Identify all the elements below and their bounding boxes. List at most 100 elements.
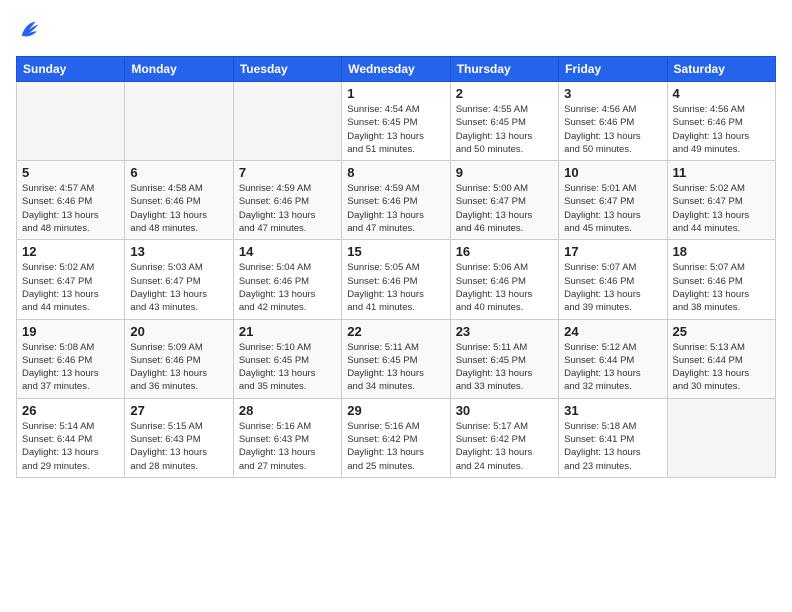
- calendar-day-cell: 7Sunrise: 4:59 AM Sunset: 6:46 PM Daylig…: [233, 161, 341, 240]
- day-info: Sunrise: 5:02 AM Sunset: 6:47 PM Dayligh…: [22, 261, 119, 314]
- calendar-day-cell: 24 Sunrise: 5:12 AM Sunset: 6:44 PM Dayli…: [559, 319, 667, 398]
- calendar-day-cell: [125, 82, 233, 161]
- day-number: 7: [239, 165, 336, 180]
- calendar-day-cell: 27Sunrise: 5:15 AM Sunset: 6:43 PM Dayli…: [125, 398, 233, 477]
- day-info: Sunrise: 5:11 AM Sunset: 6:45 PM Dayligh…: [456, 341, 553, 394]
- day-number: 22: [347, 324, 444, 339]
- calendar-day-cell: 20Sunrise: 5:09 AM Sunset: 6:46 PM Dayli…: [125, 319, 233, 398]
- calendar-day-cell: 5 Sunrise: 4:57 AM Sunset: 6:46 PM Daylig…: [17, 161, 125, 240]
- day-number: 21: [239, 324, 336, 339]
- calendar-day-cell: 31 Sunrise: 5:18 AM Sunset: 6:41 PM Dayli…: [559, 398, 667, 477]
- calendar-table: SundayMondayTuesdayWednesdayThursdayFrid…: [16, 56, 776, 478]
- calendar-day-cell: 21 Sunrise: 5:10 AM Sunset: 6:45 PM Dayli…: [233, 319, 341, 398]
- calendar-week-row: 1 Sunrise: 4:54 AM Sunset: 6:45 PM Daylig…: [17, 82, 776, 161]
- calendar-day-header: Saturday: [667, 57, 775, 82]
- day-number: 12: [22, 244, 119, 259]
- day-info: Sunrise: 5:11 AM Sunset: 6:45 PM Dayligh…: [347, 341, 444, 394]
- calendar-day-cell: 8Sunrise: 4:59 AM Sunset: 6:46 PM Daylig…: [342, 161, 450, 240]
- calendar-day-cell: 29Sunrise: 5:16 AM Sunset: 6:42 PM Dayli…: [342, 398, 450, 477]
- day-number: 11: [673, 165, 770, 180]
- calendar-week-row: 19Sunrise: 5:08 AM Sunset: 6:46 PM Dayli…: [17, 319, 776, 398]
- day-number: 30: [456, 403, 553, 418]
- day-info: Sunrise: 5:03 AM Sunset: 6:47 PM Dayligh…: [130, 261, 227, 314]
- calendar-day-header: Friday: [559, 57, 667, 82]
- day-number: 16: [456, 244, 553, 259]
- day-info: Sunrise: 5:12 AM Sunset: 6:44 PM Dayligh…: [564, 341, 661, 394]
- calendar-day-cell: 19Sunrise: 5:08 AM Sunset: 6:46 PM Dayli…: [17, 319, 125, 398]
- day-info: Sunrise: 5:17 AM Sunset: 6:42 PM Dayligh…: [456, 420, 553, 473]
- day-info: Sunrise: 4:55 AM Sunset: 6:45 PM Dayligh…: [456, 103, 553, 156]
- day-number: 8: [347, 165, 444, 180]
- calendar-day-cell: 2 Sunrise: 4:55 AM Sunset: 6:45 PM Daylig…: [450, 82, 558, 161]
- day-number: 25: [673, 324, 770, 339]
- calendar-header-row: SundayMondayTuesdayWednesdayThursdayFrid…: [17, 57, 776, 82]
- day-number: 31: [564, 403, 661, 418]
- calendar-day-cell: 11 Sunrise: 5:02 AM Sunset: 6:47 PM Dayli…: [667, 161, 775, 240]
- day-info: Sunrise: 5:07 AM Sunset: 6:46 PM Dayligh…: [673, 261, 770, 314]
- day-info: Sunrise: 5:13 AM Sunset: 6:44 PM Dayligh…: [673, 341, 770, 394]
- calendar-week-row: 26 Sunrise: 5:14 AM Sunset: 6:44 PM Dayli…: [17, 398, 776, 477]
- day-info: Sunrise: 4:56 AM Sunset: 6:46 PM Dayligh…: [564, 103, 661, 156]
- calendar-day-cell: 14Sunrise: 5:04 AM Sunset: 6:46 PM Dayli…: [233, 240, 341, 319]
- calendar-day-cell: 4 Sunrise: 4:56 AM Sunset: 6:46 PM Daylig…: [667, 82, 775, 161]
- day-number: 1: [347, 86, 444, 101]
- calendar-day-cell: 17 Sunrise: 5:07 AM Sunset: 6:46 PM Dayli…: [559, 240, 667, 319]
- calendar-day-cell: 23 Sunrise: 5:11 AM Sunset: 6:45 PM Dayli…: [450, 319, 558, 398]
- day-number: 23: [456, 324, 553, 339]
- day-number: 28: [239, 403, 336, 418]
- day-number: 14: [239, 244, 336, 259]
- calendar-day-cell: 30 Sunrise: 5:17 AM Sunset: 6:42 PM Dayli…: [450, 398, 558, 477]
- day-info: Sunrise: 5:16 AM Sunset: 6:42 PM Dayligh…: [347, 420, 444, 473]
- day-number: 9: [456, 165, 553, 180]
- day-info: Sunrise: 4:58 AM Sunset: 6:46 PM Dayligh…: [130, 182, 227, 235]
- calendar-day-cell: 1 Sunrise: 4:54 AM Sunset: 6:45 PM Daylig…: [342, 82, 450, 161]
- day-number: 2: [456, 86, 553, 101]
- day-number: 26: [22, 403, 119, 418]
- calendar-day-cell: 25 Sunrise: 5:13 AM Sunset: 6:44 PM Dayli…: [667, 319, 775, 398]
- calendar-week-row: 12 Sunrise: 5:02 AM Sunset: 6:47 PM Dayli…: [17, 240, 776, 319]
- calendar-day-cell: 3 Sunrise: 4:56 AM Sunset: 6:46 PM Daylig…: [559, 82, 667, 161]
- calendar-day-cell: 15 Sunrise: 5:05 AM Sunset: 6:46 PM Dayli…: [342, 240, 450, 319]
- page-header: [16, 16, 776, 44]
- calendar-day-header: Thursday: [450, 57, 558, 82]
- day-info: Sunrise: 5:05 AM Sunset: 6:46 PM Dayligh…: [347, 261, 444, 314]
- calendar-day-cell: 10Sunrise: 5:01 AM Sunset: 6:47 PM Dayli…: [559, 161, 667, 240]
- calendar-day-cell: 9 Sunrise: 5:00 AM Sunset: 6:47 PM Daylig…: [450, 161, 558, 240]
- logo: [16, 16, 48, 44]
- day-number: 3: [564, 86, 661, 101]
- day-info: Sunrise: 5:06 AM Sunset: 6:46 PM Dayligh…: [456, 261, 553, 314]
- calendar-day-cell: 16 Sunrise: 5:06 AM Sunset: 6:46 PM Dayli…: [450, 240, 558, 319]
- calendar-day-header: Sunday: [17, 57, 125, 82]
- day-info: Sunrise: 5:14 AM Sunset: 6:44 PM Dayligh…: [22, 420, 119, 473]
- day-info: Sunrise: 4:54 AM Sunset: 6:45 PM Dayligh…: [347, 103, 444, 156]
- day-info: Sunrise: 5:00 AM Sunset: 6:47 PM Dayligh…: [456, 182, 553, 235]
- day-number: 18: [673, 244, 770, 259]
- day-info: Sunrise: 5:09 AM Sunset: 6:46 PM Dayligh…: [130, 341, 227, 394]
- logo-bird-icon: [16, 16, 44, 44]
- day-info: Sunrise: 5:10 AM Sunset: 6:45 PM Dayligh…: [239, 341, 336, 394]
- day-number: 10: [564, 165, 661, 180]
- calendar-day-cell: [233, 82, 341, 161]
- calendar-day-header: Monday: [125, 57, 233, 82]
- calendar-day-cell: 13 Sunrise: 5:03 AM Sunset: 6:47 PM Dayli…: [125, 240, 233, 319]
- calendar-day-cell: 18 Sunrise: 5:07 AM Sunset: 6:46 PM Dayli…: [667, 240, 775, 319]
- day-info: Sunrise: 4:57 AM Sunset: 6:46 PM Dayligh…: [22, 182, 119, 235]
- day-number: 4: [673, 86, 770, 101]
- calendar-day-cell: [667, 398, 775, 477]
- day-info: Sunrise: 4:56 AM Sunset: 6:46 PM Dayligh…: [673, 103, 770, 156]
- day-info: Sunrise: 5:08 AM Sunset: 6:46 PM Dayligh…: [22, 341, 119, 394]
- day-info: Sunrise: 5:02 AM Sunset: 6:47 PM Dayligh…: [673, 182, 770, 235]
- day-info: Sunrise: 5:18 AM Sunset: 6:41 PM Dayligh…: [564, 420, 661, 473]
- day-number: 13: [130, 244, 227, 259]
- calendar-day-cell: 28 Sunrise: 5:16 AM Sunset: 6:43 PM Dayli…: [233, 398, 341, 477]
- day-number: 24: [564, 324, 661, 339]
- day-info: Sunrise: 5:16 AM Sunset: 6:43 PM Dayligh…: [239, 420, 336, 473]
- calendar-day-cell: 26 Sunrise: 5:14 AM Sunset: 6:44 PM Dayli…: [17, 398, 125, 477]
- day-info: Sunrise: 5:07 AM Sunset: 6:46 PM Dayligh…: [564, 261, 661, 314]
- day-number: 15: [347, 244, 444, 259]
- calendar-day-header: Wednesday: [342, 57, 450, 82]
- day-number: 27: [130, 403, 227, 418]
- calendar-week-row: 5 Sunrise: 4:57 AM Sunset: 6:46 PM Daylig…: [17, 161, 776, 240]
- day-number: 17: [564, 244, 661, 259]
- day-number: 5: [22, 165, 119, 180]
